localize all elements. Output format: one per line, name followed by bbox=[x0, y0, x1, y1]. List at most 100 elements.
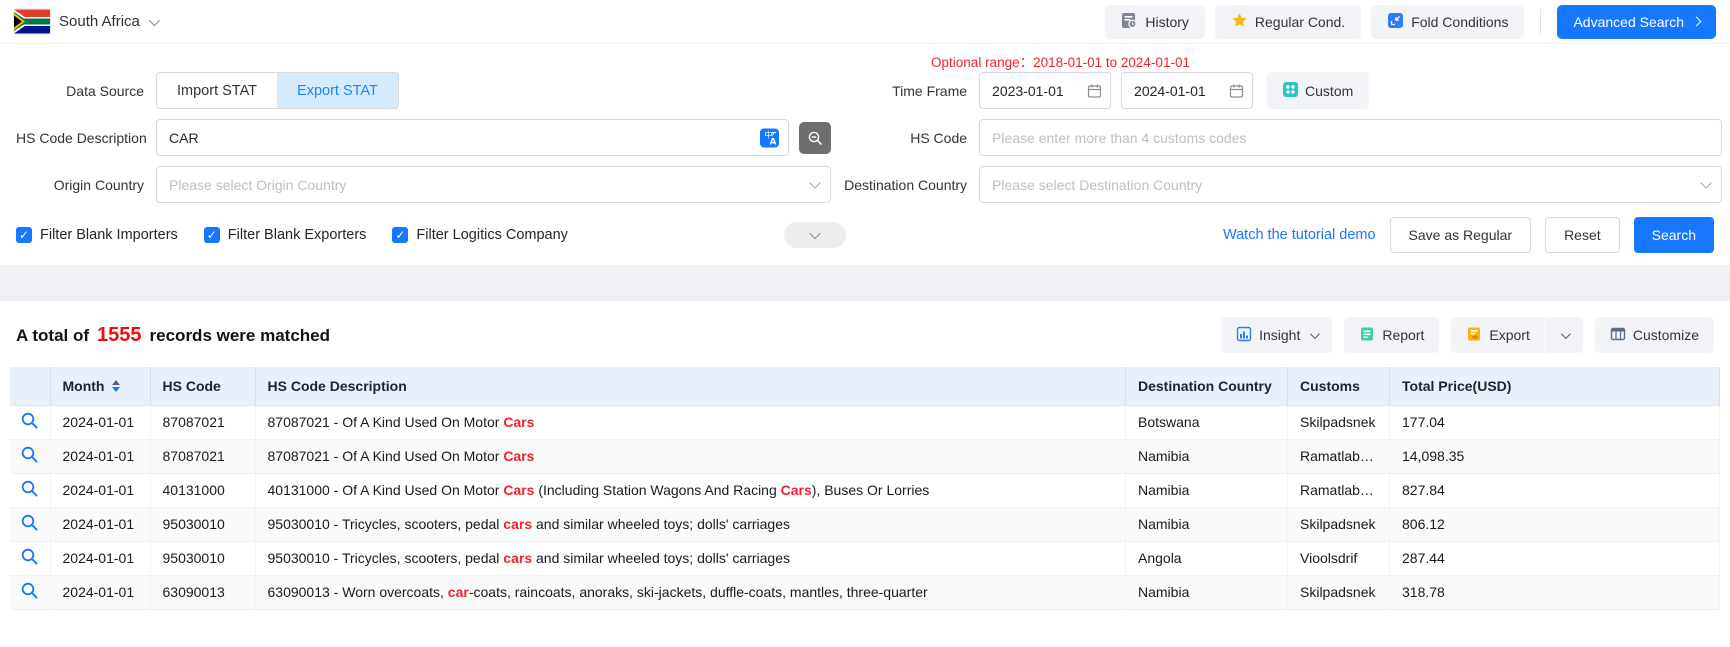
highlighted-keyword: Cars bbox=[503, 448, 534, 464]
filter-logistics-company-checkbox[interactable]: ✓ Filter Logitics Company bbox=[392, 227, 568, 243]
cell-month: 2024-01-01 bbox=[50, 405, 150, 439]
highlighted-keyword: Cars bbox=[503, 482, 534, 498]
regular-cond-label: Regular Cond. bbox=[1255, 14, 1345, 30]
cell-month: 2024-01-01 bbox=[50, 541, 150, 575]
export-stat-tab[interactable]: Export STAT bbox=[277, 73, 398, 108]
regular-cond-button[interactable]: Regular Cond. bbox=[1215, 5, 1361, 39]
description-text: 40131000 - Of A Kind Used On Motor bbox=[268, 482, 504, 498]
insight-icon bbox=[1236, 326, 1252, 345]
cell-customs: Skilpadsnek bbox=[1288, 405, 1390, 439]
destination-country-value[interactable] bbox=[979, 166, 1722, 203]
calendar-icon bbox=[1087, 83, 1102, 98]
translate-icon[interactable]: 中 A bbox=[759, 127, 780, 148]
fold-conditions-button[interactable]: Fold Conditions bbox=[1371, 5, 1524, 39]
date-to-field[interactable] bbox=[1121, 72, 1253, 109]
highlighted-keyword: car bbox=[448, 584, 469, 600]
advanced-search-button[interactable]: Advanced Search bbox=[1557, 5, 1716, 39]
south-africa-flag-icon bbox=[14, 9, 50, 34]
checkbox-checked-icon: ✓ bbox=[392, 227, 408, 243]
total-count: 1555 bbox=[97, 324, 142, 347]
cell-total-price: 177.04 bbox=[1390, 405, 1720, 439]
hs-desc-input[interactable] bbox=[156, 119, 789, 156]
highlighted-keyword: Cars bbox=[781, 482, 812, 498]
cell-customs: Vioolsdrif bbox=[1288, 541, 1390, 575]
destination-country-select[interactable] bbox=[979, 166, 1722, 203]
row-detail-search-icon[interactable] bbox=[10, 405, 50, 439]
results-table: Month HS Code HS Code Description Destin… bbox=[10, 367, 1720, 610]
sort-asc-icon bbox=[112, 380, 120, 385]
cell-month: 2024-01-01 bbox=[50, 507, 150, 541]
search-button[interactable]: Search bbox=[1634, 217, 1714, 253]
description-text: and similar wheeled toys; dolls' carriag… bbox=[532, 516, 790, 532]
row-detail-search-icon[interactable] bbox=[10, 541, 50, 575]
origin-country-value[interactable] bbox=[156, 166, 831, 203]
highlighted-keyword: cars bbox=[503, 550, 532, 566]
import-stat-tab[interactable]: Import STAT bbox=[157, 73, 277, 108]
row-detail-search-icon[interactable] bbox=[10, 575, 50, 609]
highlighted-keyword: cars bbox=[503, 516, 532, 532]
description-text: and similar wheeled toys; dolls' carriag… bbox=[532, 550, 790, 566]
sort-desc-icon bbox=[112, 387, 120, 392]
exact-search-icon-button[interactable] bbox=[799, 122, 831, 154]
header-month[interactable]: Month bbox=[50, 367, 150, 405]
history-label: History bbox=[1145, 14, 1189, 30]
cell-hs-code: 63090013 bbox=[150, 575, 255, 609]
filter-blank-importers-checkbox[interactable]: ✓ Filter Blank Importers bbox=[16, 227, 178, 243]
calendar-icon bbox=[1229, 83, 1244, 98]
filter-blank-exporters-checkbox[interactable]: ✓ Filter Blank Exporters bbox=[204, 227, 367, 243]
cell-hs-description: 95030010 - Tricycles, scooters, pedal ca… bbox=[255, 507, 1126, 541]
cell-month: 2024-01-01 bbox=[50, 575, 150, 609]
origin-country-select[interactable] bbox=[156, 166, 831, 203]
header-detail-column bbox=[10, 367, 50, 405]
fold-icon bbox=[1387, 12, 1404, 32]
table-body: 2024-01-018708702187087021 - Of A Kind U… bbox=[10, 405, 1720, 609]
section-divider bbox=[0, 265, 1730, 301]
table-row: 2024-01-018708702187087021 - Of A Kind U… bbox=[10, 405, 1720, 439]
country-selector[interactable]: South Africa bbox=[14, 9, 157, 34]
export-dropdown-arrow[interactable] bbox=[1545, 317, 1583, 353]
table-row: 2024-01-019503001095030010 - Tricycles, … bbox=[10, 507, 1720, 541]
cell-customs: Skilpadsnek bbox=[1288, 575, 1390, 609]
data-source-label: Data Source bbox=[16, 83, 156, 99]
cell-customs: Ramatlabam bbox=[1288, 439, 1390, 473]
insight-label: Insight bbox=[1259, 327, 1300, 343]
history-icon bbox=[1121, 12, 1138, 32]
hs-code-input[interactable] bbox=[979, 119, 1722, 156]
hs-desc-label: HS Code Description bbox=[16, 130, 156, 146]
row-detail-search-icon[interactable] bbox=[10, 439, 50, 473]
description-text: 63090013 - Worn overcoats, bbox=[268, 584, 448, 600]
cell-total-price: 827.84 bbox=[1390, 473, 1720, 507]
customize-icon bbox=[1610, 326, 1626, 345]
date-from-field[interactable] bbox=[979, 72, 1111, 109]
cell-destination-country: Namibia bbox=[1126, 473, 1288, 507]
total-suffix: records were matched bbox=[150, 326, 330, 346]
description-text: 95030010 - Tricycles, scooters, pedal bbox=[268, 516, 504, 532]
expand-conditions-button[interactable] bbox=[784, 222, 846, 248]
cell-destination-country: Namibia bbox=[1126, 507, 1288, 541]
tutorial-demo-link[interactable]: Watch the tutorial demo bbox=[1223, 227, 1376, 243]
checkbox-label: Filter Logitics Company bbox=[416, 227, 568, 243]
origin-country-label: Origin Country bbox=[16, 177, 156, 193]
insight-button[interactable]: Insight bbox=[1221, 317, 1332, 353]
save-as-regular-button[interactable]: Save as Regular bbox=[1390, 217, 1532, 253]
cell-total-price: 318.78 bbox=[1390, 575, 1720, 609]
header-destination-country: Destination Country bbox=[1126, 367, 1288, 405]
table-header-row: Month HS Code HS Code Description Destin… bbox=[10, 367, 1720, 405]
cell-hs-description: 87087021 - Of A Kind Used On Motor Cars bbox=[255, 439, 1126, 473]
history-button[interactable]: History bbox=[1105, 5, 1205, 39]
export-label: Export bbox=[1489, 327, 1529, 343]
customize-button[interactable]: Customize bbox=[1595, 317, 1714, 353]
cell-customs: Skilpadsnek bbox=[1288, 507, 1390, 541]
sort-icon[interactable] bbox=[112, 380, 120, 392]
cell-hs-description: 87087021 - Of A Kind Used On Motor Cars bbox=[255, 405, 1126, 439]
cell-hs-code: 87087021 bbox=[150, 405, 255, 439]
topbar: South Africa History bbox=[0, 0, 1730, 44]
star-icon bbox=[1231, 12, 1248, 32]
row-detail-search-icon[interactable] bbox=[10, 507, 50, 541]
report-button[interactable]: Report bbox=[1344, 317, 1439, 353]
custom-range-button[interactable]: Custom bbox=[1267, 72, 1369, 109]
row-detail-search-icon[interactable] bbox=[10, 473, 50, 507]
export-button[interactable]: Export bbox=[1451, 317, 1544, 353]
header-hs-description: HS Code Description bbox=[255, 367, 1126, 405]
reset-button[interactable]: Reset bbox=[1545, 217, 1620, 253]
